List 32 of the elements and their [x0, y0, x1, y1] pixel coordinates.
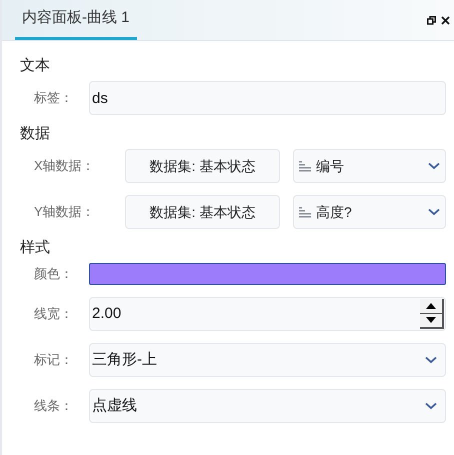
dataset-button[interactable]: 数据集: 基本状态 — [125, 195, 280, 229]
panel-tab[interactable]: 内容面板-曲线 1 — [15, 0, 137, 40]
increment-button[interactable] — [420, 299, 444, 314]
field-label: 颜色： — [34, 265, 74, 284]
field-label: 线条： — [34, 397, 74, 416]
chevron-down-icon — [428, 208, 440, 216]
section-heading: 文本 — [20, 56, 51, 76]
down-triangle-icon — [426, 317, 436, 324]
chevron-down-icon — [425, 402, 437, 410]
list-icon — [299, 160, 311, 172]
field-label: X轴数据： — [34, 157, 96, 176]
field-label: 线宽： — [34, 305, 74, 324]
decrement-button[interactable] — [420, 314, 444, 329]
field-select[interactable]: 编号 — [293, 149, 446, 183]
dataset-button[interactable]: 数据集: 基本状态 — [125, 149, 280, 183]
field-select[interactable]: 高度? — [293, 195, 446, 229]
close-icon[interactable] — [441, 16, 450, 24]
section-heading: 样式 — [20, 238, 51, 258]
chevron-down-icon — [425, 356, 437, 364]
number-field[interactable]: 2.00 — [89, 297, 446, 331]
select-field[interactable]: 点虚线 — [89, 389, 446, 423]
color-swatch[interactable] — [89, 263, 446, 285]
chevron-down-icon — [428, 162, 440, 170]
field-label: 标记： — [34, 351, 74, 370]
section-heading: 数据 — [20, 124, 51, 144]
label-field[interactable]: ds — [89, 81, 446, 115]
field-label: Y轴数据： — [34, 203, 96, 222]
list-icon — [299, 206, 311, 218]
restore-icon[interactable] — [427, 16, 436, 24]
up-triangle-icon — [426, 302, 436, 309]
select-field[interactable]: 三角形-上 — [89, 343, 446, 377]
field-label: 标签： — [34, 89, 74, 108]
